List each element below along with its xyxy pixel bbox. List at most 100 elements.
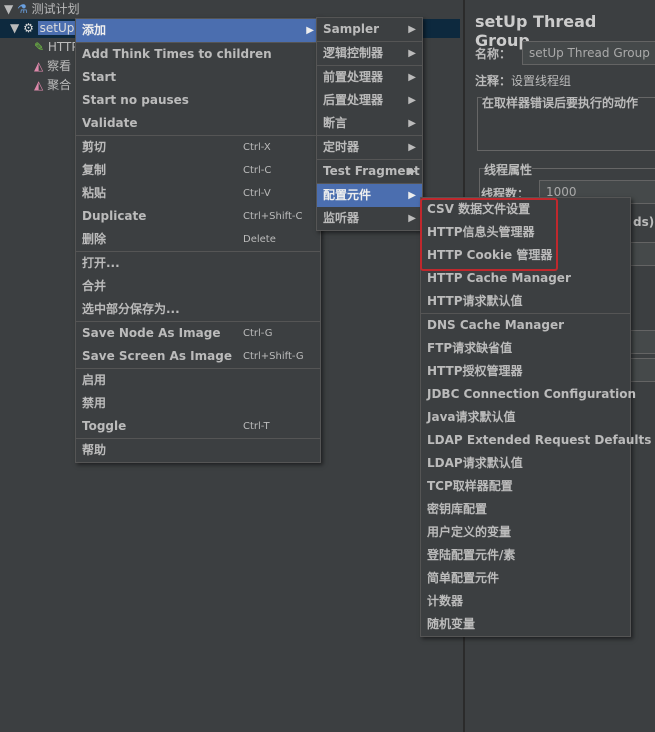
submenu-arrow-icon: ▶ (408, 142, 416, 153)
expand-icon[interactable]: ▼ (10, 21, 19, 35)
menu-item-label: 剪切 (82, 140, 107, 154)
menu-item-label: TCP取样器配置 (427, 479, 513, 493)
menu-item-label: 定时器 (323, 140, 360, 154)
menu-item-label: HTTP授权管理器 (427, 364, 523, 378)
menu-item[interactable]: 剪切 Ctrl-X (76, 136, 320, 159)
menu-item[interactable]: 计数器 (421, 590, 630, 613)
menu-item[interactable]: 前置处理器 ▶ (317, 66, 422, 89)
context-menu: 添加 ▶ Add Think Times to children Start Start… (75, 18, 321, 463)
menu-item[interactable]: 打开... (76, 252, 320, 275)
menu-item[interactable]: DNS Cache Manager (421, 314, 630, 337)
menu-item[interactable]: FTP请求缺省值 (421, 337, 630, 360)
name-label: 名称： (475, 47, 512, 61)
menu-item[interactable]: 断言 ▶ (317, 112, 422, 135)
shortcut-label: Ctrl+Shift-C (243, 211, 303, 222)
menu-item[interactable]: Start no pauses (76, 89, 320, 112)
menu-item[interactable]: 登陆配置元件/素 (421, 544, 630, 567)
menu-item[interactable]: 监听器 ▶ (317, 207, 422, 230)
menu-item[interactable]: LDAP Extended Request Defaults (421, 429, 651, 452)
tree-node-view[interactable]: ◭ 察看 (34, 57, 71, 76)
shortcut-label: Ctrl-V (243, 188, 271, 199)
menu-item[interactable]: 启用 (76, 369, 320, 392)
menu-item[interactable]: 随机变量 (421, 613, 630, 636)
tree-node-http[interactable]: ✎ HTTP (34, 38, 79, 57)
menu-item[interactable]: 定时器 ▶ (317, 136, 422, 159)
menu-item[interactable]: Add Think Times to children (76, 43, 320, 66)
menu-item[interactable]: LDAP请求默认值 (421, 452, 630, 475)
menu-item-label: 计数器 (427, 594, 464, 608)
tree-label: HTTP (47, 40, 79, 54)
tree-label: 聚合 (47, 78, 72, 92)
menu-item-label: HTTP请求默认值 (427, 294, 523, 308)
menu-item-label: 随机变量 (427, 617, 476, 631)
menu-item[interactable]: 复制 Ctrl-C (76, 159, 320, 182)
menu-item[interactable]: 选中部分保存为... (76, 298, 320, 321)
menu-item-label: 禁用 (82, 396, 107, 410)
menu-item[interactable]: Toggle Ctrl-T (76, 415, 320, 438)
menu-item-label: 粘贴 (82, 186, 107, 200)
menu-item-label: 删除 (82, 232, 107, 246)
menu-item-label: Validate (82, 116, 138, 130)
menu-item-label: Add Think Times to children (82, 47, 272, 61)
submenu-arrow-icon: ▶ (408, 166, 416, 177)
menu-item[interactable]: 禁用 (76, 392, 320, 415)
submenu-arrow-icon: ▶ (408, 24, 416, 35)
menu-item-label: LDAP请求默认值 (427, 456, 523, 470)
menu-item-label: Test Fragment (323, 164, 420, 178)
submenu-arrow-icon: ▶ (306, 25, 314, 36)
graph-icon: ◭ (34, 59, 44, 73)
menu-item[interactable]: JDBC Connection Configuration (421, 383, 636, 406)
menu-item-label: 合并 (82, 279, 107, 293)
submenu-arrow-icon: ▶ (408, 213, 416, 224)
menu-item[interactable]: Sampler ▶ (317, 18, 422, 41)
menu-item[interactable]: Start (76, 66, 320, 89)
menu-item[interactable]: HTTP请求默认值 (421, 290, 630, 313)
error-action-group: 在取样器错误后要执行的动作 (477, 94, 655, 151)
menu-item[interactable]: 后置处理器 ▶ (317, 89, 422, 112)
menu-item-label: Start (82, 70, 117, 84)
menu-item[interactable]: HTTP授权管理器 (421, 360, 630, 383)
menu-item-label: HTTP Cache Manager (427, 271, 571, 285)
menu-item[interactable]: 用户定义的变量 (421, 521, 630, 544)
menu-item-label: 监听器 (323, 211, 360, 225)
menu-item[interactable]: Save Node As Image Ctrl-G (76, 322, 320, 345)
submenu-arrow-icon: ▶ (408, 118, 416, 129)
submenu-arrow-icon: ▶ (408, 95, 416, 106)
menu-item-label: 断言 (323, 116, 348, 130)
expand-icon[interactable]: ▼ (4, 2, 13, 16)
comment-row[interactable]: 注释：设置线程组 (475, 72, 571, 89)
menu-item[interactable]: Save Screen As Image Ctrl+Shift-G (76, 345, 320, 368)
menu-item-label: Save Node As Image (82, 326, 221, 340)
menu-item[interactable]: 粘贴 Ctrl-V (76, 182, 320, 205)
tree-label: 测试计划 (31, 2, 80, 16)
menu-item-label: 简单配置元件 (427, 571, 500, 585)
menu-item[interactable]: 配置元件 ▶ (317, 184, 422, 207)
name-input[interactable]: setUp Thread Group (522, 41, 655, 65)
menu-item-label: 复制 (82, 163, 107, 177)
menu-item[interactable]: 简单配置元件 (421, 567, 630, 590)
menu-item[interactable]: Java请求默认值 (421, 406, 630, 429)
menu-item-label: 配置元件 (323, 188, 372, 202)
menu-item-label: 密钥库配置 (427, 502, 488, 516)
tree-label: 察看 (47, 59, 72, 73)
menu-item[interactable]: TCP取样器配置 (421, 475, 630, 498)
menu-item[interactable]: 删除 Delete (76, 228, 320, 251)
menu-item-label: JDBC Connection Configuration (427, 387, 637, 401)
menu-item-label: Start no pauses (82, 93, 189, 107)
menu-item-label: 后置处理器 (323, 93, 384, 107)
menu-item[interactable]: 帮助 (76, 439, 320, 462)
shortcut-label: Ctrl+Shift-G (243, 351, 304, 362)
pipette-icon: ✎ (34, 40, 45, 54)
menu-item[interactable]: 添加 ▶ (76, 19, 320, 42)
menu-item-label: Sampler (323, 22, 380, 36)
menu-item[interactable]: 密钥库配置 (421, 498, 630, 521)
menu-item[interactable]: Test Fragment ▶ (317, 160, 422, 183)
menu-item[interactable]: 合并 (76, 275, 320, 298)
annotation-highlight-box (420, 198, 558, 271)
tree-node-aggregate[interactable]: ◭ 聚合 (34, 76, 71, 95)
menu-item[interactable]: Duplicate Ctrl+Shift-C (76, 205, 320, 228)
tree-node-test-plan[interactable]: ▼ ⚗ 测试计划 (4, 0, 80, 19)
menu-item[interactable]: Validate (76, 112, 320, 135)
menu-item[interactable]: 逻辑控制器 ▶ (317, 42, 422, 65)
menu-item-label: Toggle (82, 419, 127, 433)
